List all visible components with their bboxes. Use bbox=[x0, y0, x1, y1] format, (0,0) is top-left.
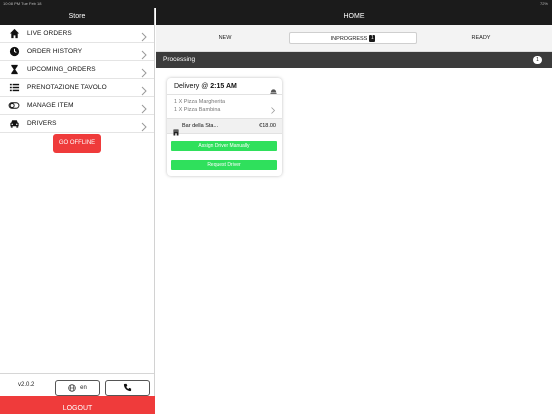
chevron-right-icon bbox=[140, 65, 148, 78]
order-time: 2:15 AM bbox=[210, 83, 237, 90]
chevron-right-icon bbox=[140, 47, 148, 60]
sidebar-footer: v2.0.2 en bbox=[0, 373, 154, 396]
status-time: 10:08 PM Tue Feb 18 bbox=[3, 1, 42, 6]
order-type: Delivery @ bbox=[174, 83, 211, 90]
sidebar-item-order-history[interactable]: ORDER HISTORY bbox=[0, 43, 154, 61]
language-label: en bbox=[80, 385, 87, 391]
order-item: 1 X Pizza Margherita bbox=[174, 99, 226, 105]
hourglass-icon bbox=[8, 64, 20, 76]
sidebar-item-prenotazione-tavolo[interactable]: PRENOTAZIONE TAVOLO bbox=[0, 79, 154, 97]
store-icon bbox=[173, 123, 179, 141]
chevron-right-icon bbox=[270, 102, 276, 120]
chevron-right-icon bbox=[140, 83, 148, 96]
toggle-icon bbox=[8, 100, 20, 112]
sidebar-item-label: DRIVERS bbox=[27, 120, 57, 127]
order-card-header: Delivery @ 2:15 AM bbox=[167, 78, 282, 95]
chevron-right-icon bbox=[140, 101, 148, 114]
tab-inprogress-label: INPROGRESS bbox=[330, 36, 368, 42]
car-icon bbox=[8, 118, 20, 130]
sidebar-menu: LIVE ORDERS ORDER HISTORY UPCOMING_ORDER… bbox=[0, 25, 154, 133]
sidebar-item-label: MANAGE ITEM bbox=[27, 102, 74, 109]
order-status-tabs: NEW INPROGRESS 1 READY bbox=[156, 25, 552, 52]
processing-count-badge: 1 bbox=[533, 56, 542, 64]
sidebar-item-drivers[interactable]: DRIVERS bbox=[0, 115, 154, 133]
sidebar-item-label: LIVE ORDERS bbox=[27, 30, 72, 37]
phone-icon bbox=[123, 379, 132, 397]
go-offline-button[interactable]: GO OFFLINE bbox=[53, 134, 101, 153]
sidebar-title: Store bbox=[0, 8, 154, 25]
order-card[interactable]: Delivery @ 2:15 AM 1 X Pizza Margherita … bbox=[167, 78, 282, 176]
page-title: HOME bbox=[156, 8, 552, 25]
sidebar-item-label: ORDER HISTORY bbox=[27, 48, 83, 55]
main-panel: HOME NEW INPROGRESS 1 READY Processing 1 … bbox=[156, 8, 552, 414]
processing-label: Processing bbox=[163, 56, 196, 63]
clock-icon bbox=[8, 46, 20, 58]
request-driver-button[interactable]: Request Driver bbox=[171, 160, 277, 170]
order-store-row: Bar della Sta... €18.00 bbox=[167, 119, 282, 136]
status-bar: 10:08 PM Tue Feb 18 72% bbox=[0, 0, 552, 8]
chevron-right-icon bbox=[140, 29, 148, 42]
list-icon bbox=[8, 82, 20, 94]
order-title: Delivery @ 2:15 AM bbox=[174, 83, 237, 90]
tab-new[interactable]: NEW bbox=[202, 32, 248, 44]
call-button[interactable] bbox=[105, 380, 150, 396]
processing-section-header: Processing 1 bbox=[156, 52, 552, 68]
order-item: 1 X Pizza Bambina bbox=[174, 106, 221, 113]
assign-driver-button[interactable]: Assign Driver Manually bbox=[171, 141, 277, 151]
globe-icon bbox=[68, 384, 76, 392]
order-price: €18.00 bbox=[259, 123, 276, 129]
sidebar: Store LIVE ORDERS ORDER HISTORY UPCOMING… bbox=[0, 8, 155, 414]
store-name: Bar della Sta... bbox=[182, 123, 219, 129]
sidebar-item-label: UPCOMING_ORDERS bbox=[27, 66, 96, 73]
logout-button[interactable]: LOGOUT bbox=[0, 396, 155, 414]
sidebar-item-label: PRENOTAZIONE TAVOLO bbox=[27, 84, 107, 91]
status-battery: 72% bbox=[539, 1, 548, 6]
home-icon bbox=[8, 28, 20, 40]
tab-ready[interactable]: READY bbox=[458, 32, 504, 44]
chevron-right-icon bbox=[140, 119, 148, 132]
order-items[interactable]: 1 X Pizza Margherita 1 X Pizza Bambina bbox=[167, 95, 282, 119]
sidebar-item-upcoming-orders[interactable]: UPCOMING_ORDERS bbox=[0, 61, 154, 79]
app-version: v2.0.2 bbox=[18, 382, 35, 388]
language-button[interactable]: en bbox=[55, 380, 100, 396]
tab-inprogress-badge: 1 bbox=[369, 35, 376, 43]
sidebar-item-live-orders[interactable]: LIVE ORDERS bbox=[0, 25, 154, 43]
sidebar-item-manage-item[interactable]: MANAGE ITEM bbox=[0, 97, 154, 115]
tab-inprogress[interactable]: INPROGRESS 1 bbox=[289, 32, 417, 44]
